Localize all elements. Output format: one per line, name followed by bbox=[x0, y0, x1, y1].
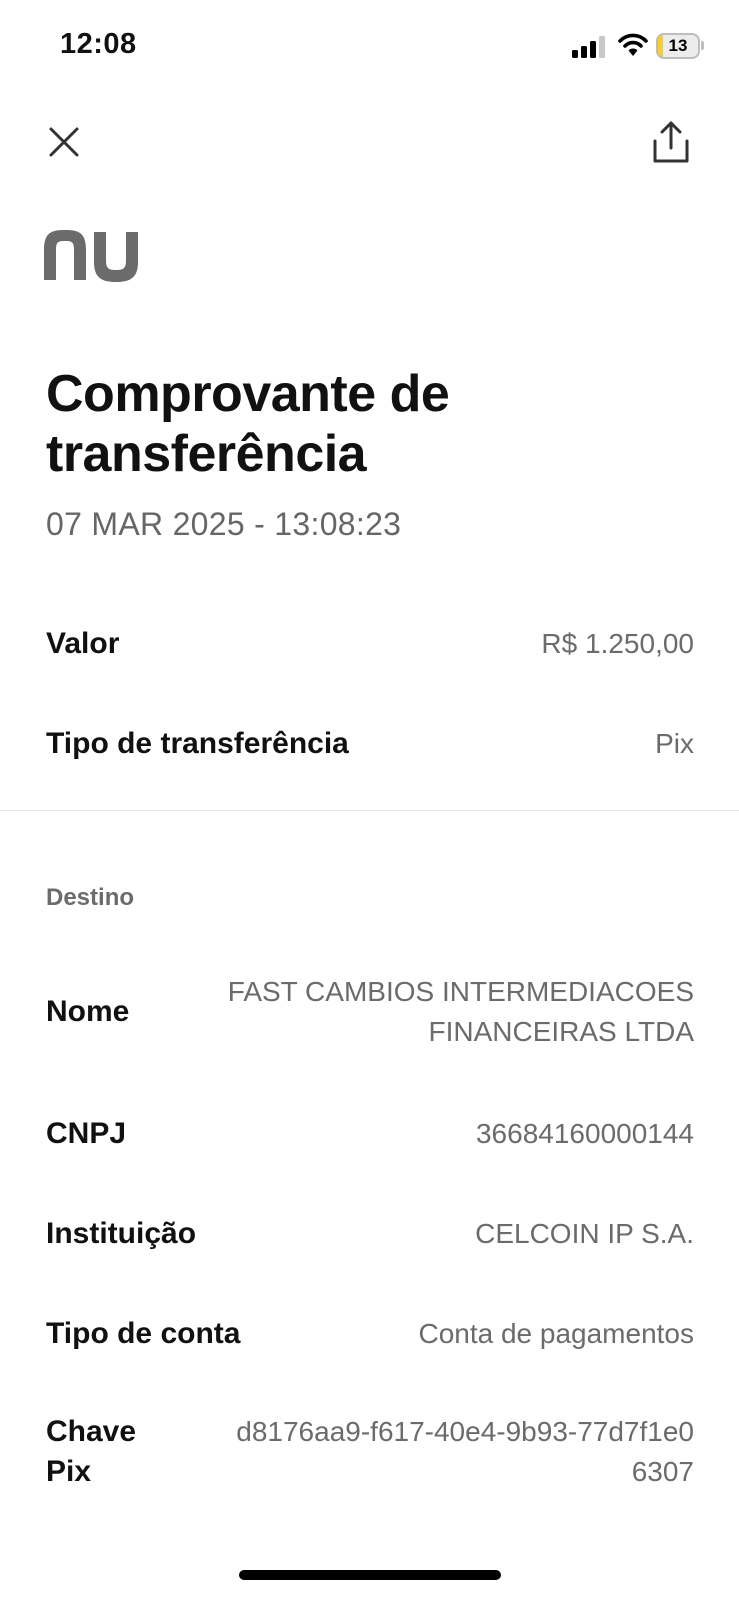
chave-pix-value: d8176aa9-f617-40e4-9b93-77d7f1e06307 bbox=[236, 1416, 694, 1487]
instituicao-value: CELCOIN IP S.A. bbox=[475, 1218, 694, 1249]
close-icon bbox=[49, 127, 79, 157]
battery-cap bbox=[701, 41, 704, 50]
signal-icon bbox=[572, 36, 606, 58]
transfer-datetime: 07 MAR 2025 - 13:08:23 bbox=[46, 506, 402, 542]
page-title: Comprovante de transferência bbox=[46, 365, 450, 483]
tipo-conta-label: Tipo de conta bbox=[46, 1317, 241, 1350]
close-button[interactable] bbox=[40, 118, 88, 166]
cnpj-label: CNPJ bbox=[46, 1117, 127, 1150]
cnpj-row: CNPJ 36684160000144 bbox=[46, 1114, 694, 1154]
destino-section-title: Destino bbox=[46, 884, 135, 911]
tipo-conta-row: Tipo de conta Conta de pagamentos bbox=[46, 1314, 694, 1354]
instituicao-row: Instituição CELCOIN IP S.A. bbox=[46, 1214, 694, 1254]
chave-pix-label: Chave Pix bbox=[46, 1415, 137, 1488]
battery-icon: 13 bbox=[656, 33, 700, 59]
tipo-transferencia-label: Tipo de transferência bbox=[46, 727, 349, 760]
share-icon bbox=[653, 121, 689, 163]
section-divider bbox=[0, 810, 739, 811]
status-time: 12:08 bbox=[60, 28, 137, 60]
nome-value: FAST CAMBIOS INTERMEDIACOES FINANCEIRAS … bbox=[227, 976, 694, 1047]
wifi-icon bbox=[618, 32, 648, 58]
nome-row: Nome FAST CAMBIOS INTERMEDIACOES FINANCE… bbox=[46, 972, 694, 1052]
nome-label: Nome bbox=[46, 995, 130, 1028]
tipo-transferencia-row: Tipo de transferência Pix bbox=[46, 724, 694, 764]
tipo-conta-value: Conta de pagamentos bbox=[418, 1318, 694, 1349]
instituicao-label: Instituição bbox=[46, 1217, 197, 1250]
valor-label: Valor bbox=[46, 627, 120, 660]
nu-logo bbox=[44, 228, 138, 284]
valor-value: R$ 1.250,00 bbox=[541, 628, 694, 659]
battery-level: 13 bbox=[668, 36, 688, 55]
cnpj-value: 36684160000144 bbox=[475, 1118, 694, 1149]
valor-row: Valor R$ 1.250,00 bbox=[46, 624, 694, 664]
tipo-transferencia-value: Pix bbox=[655, 728, 694, 759]
share-button[interactable] bbox=[645, 116, 697, 168]
home-indicator bbox=[239, 1570, 501, 1580]
chave-pix-row: Chave Pix d8176aa9-f617-40e4-9b93-77d7f1… bbox=[46, 1412, 694, 1492]
